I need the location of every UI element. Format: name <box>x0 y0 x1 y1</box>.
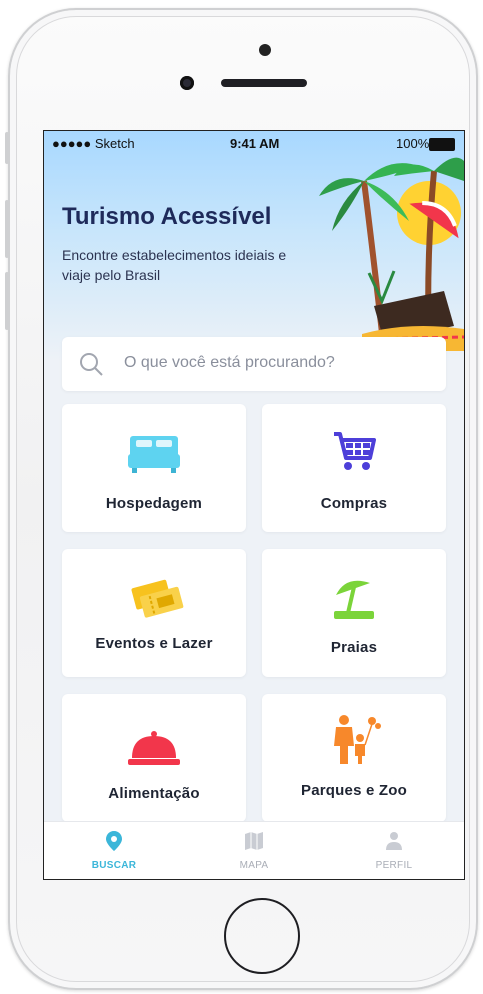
tab-bar: BUSCAR MAPA PERFIL <box>44 821 464 879</box>
mute-switch <box>5 132 9 164</box>
bed-icon <box>128 436 180 473</box>
category-label: Eventos e Lazer <box>95 635 213 652</box>
app-screen: ●●●●● Sketch 9:41 AM 100% Turismo Acessí… <box>43 130 465 880</box>
home-button[interactable] <box>224 898 300 974</box>
tab-label: MAPA <box>239 860 269 871</box>
category-card-eventos[interactable]: Eventos e Lazer <box>62 549 246 677</box>
status-time: 9:41 AM <box>230 136 280 151</box>
category-label: Praias <box>330 639 378 656</box>
location-pin-icon <box>106 831 122 851</box>
category-label: Hospedagem <box>105 495 203 512</box>
tab-buscar[interactable]: BUSCAR <box>44 822 184 879</box>
tropical-illustration <box>319 157 464 351</box>
food-cloche-icon <box>128 731 180 765</box>
category-card-alimentacao[interactable]: Alimentação <box>62 694 246 822</box>
category-label: Parques e Zoo <box>301 782 407 799</box>
tab-label: BUSCAR <box>91 860 137 871</box>
category-card-praias[interactable]: Praias <box>262 549 446 677</box>
battery-percent: 100% <box>396 136 430 151</box>
tab-mapa[interactable]: MAPA <box>184 822 324 879</box>
tab-label: PERFIL <box>375 860 413 871</box>
tab-perfil[interactable]: PERFIL <box>324 822 464 879</box>
carrier-signal: ●●●●● Sketch <box>52 136 135 151</box>
page-subtitle: Encontre estabelecimentos ideiais e viaj… <box>62 247 287 283</box>
battery-icon <box>429 138 455 151</box>
earpiece-speaker <box>221 79 307 87</box>
front-camera <box>180 76 194 90</box>
category-label: Compras <box>320 495 388 512</box>
volume-up-button <box>5 200 9 258</box>
camera-sensor <box>259 44 271 56</box>
ticket-icon <box>131 579 184 618</box>
map-icon <box>245 832 263 850</box>
category-card-hospedagem[interactable]: Hospedagem <box>62 404 246 532</box>
search-bar[interactable]: O que você está procurando? <box>62 337 446 391</box>
user-icon <box>386 832 402 850</box>
volume-down-button <box>5 272 9 330</box>
family-balloons-icon <box>334 715 381 764</box>
search-icon <box>80 353 103 376</box>
beach-umbrella-icon <box>334 580 374 619</box>
page-title: Turismo Acessível <box>62 203 272 230</box>
category-card-compras[interactable]: Compras <box>262 404 446 532</box>
shopping-cart-icon <box>334 432 376 470</box>
category-card-parques[interactable]: Parques e Zoo <box>262 694 446 822</box>
hero-header: ●●●●● Sketch 9:41 AM 100% Turismo Acessí… <box>44 131 464 361</box>
search-placeholder: O que você está procurando? <box>124 354 335 371</box>
category-label: Alimentação <box>108 785 200 802</box>
